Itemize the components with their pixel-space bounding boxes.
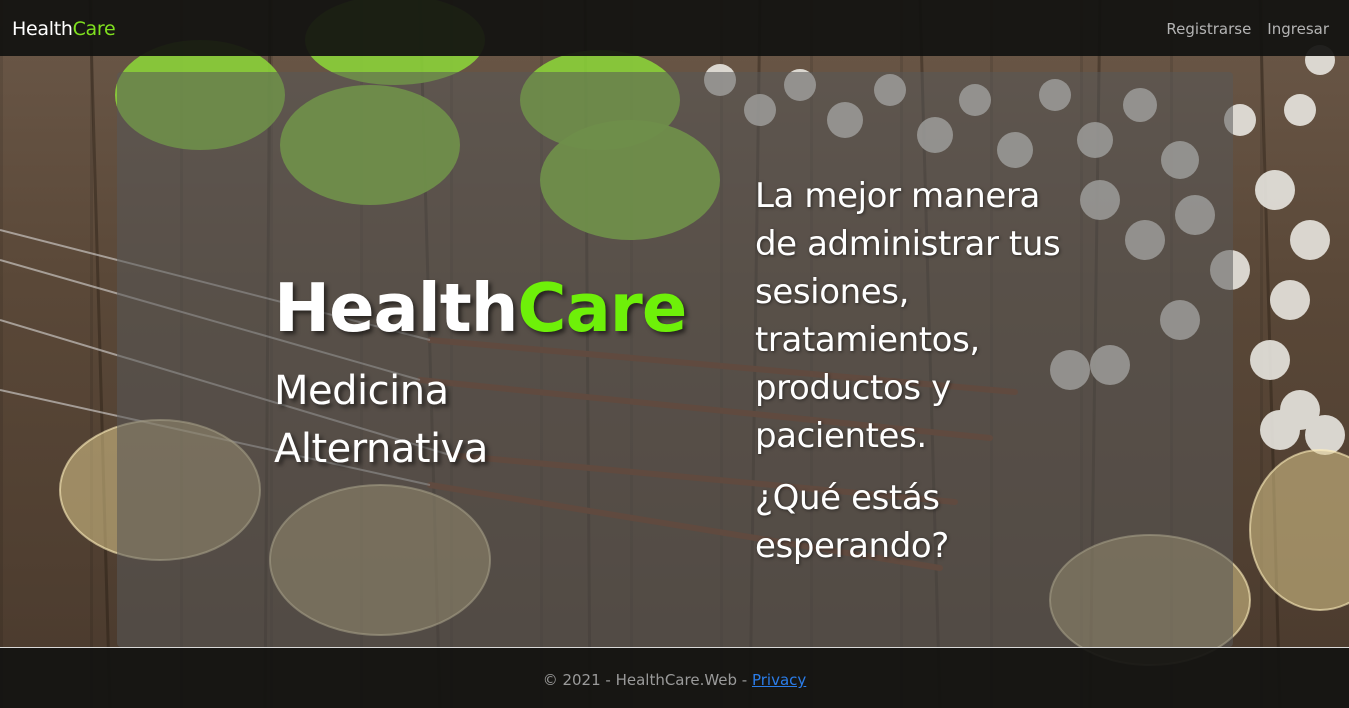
footer-text: © 2021 - HealthCare.Web - Privacy <box>0 670 1349 690</box>
pitch-text: La mejor manera de administrar tus sesio… <box>755 176 1061 456</box>
hero-title-part1: Health <box>274 269 518 347</box>
hero-panel: HealthCare Medicina Alternativa La mejor… <box>117 72 1233 647</box>
hero-title: HealthCare <box>274 268 687 348</box>
footer: © 2021 - HealthCare.Web - Privacy <box>0 647 1349 708</box>
login-link[interactable]: Ingresar <box>1267 19 1329 39</box>
brand-part2: Care <box>72 18 116 40</box>
hero-title-part2: Care <box>517 269 687 347</box>
hero-subtitle: Medicina Alternativa <box>274 368 488 472</box>
navbar: HealthCare Registrarse Ingresar <box>0 0 1349 56</box>
pitch-question: ¿Qué estás esperando? <box>755 478 949 566</box>
brand-logo[interactable]: HealthCare <box>12 17 116 41</box>
hero-pitch: La mejor manera de administrar tus sesio… <box>755 172 1085 570</box>
privacy-link[interactable]: Privacy <box>752 671 806 689</box>
brand-part1: Health <box>12 18 73 40</box>
copyright-text: © 2021 - HealthCare.Web - <box>542 671 752 689</box>
nav-links: Registrarse Ingresar <box>1166 19 1329 39</box>
register-link[interactable]: Registrarse <box>1166 19 1251 39</box>
